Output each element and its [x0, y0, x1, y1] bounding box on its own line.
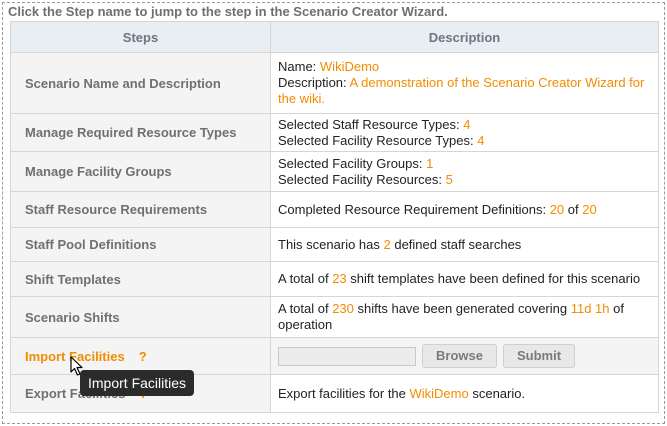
- description-cell: Selected Staff Resource Types: 4 Selecte…: [270, 113, 659, 152]
- facility-groups-count: 1: [426, 155, 434, 171]
- step-link-resource-types[interactable]: Manage Required Resource Types: [10, 113, 271, 152]
- staff-types-count: 4: [463, 116, 471, 132]
- table-row: Staff Resource Requirements Completed Re…: [10, 191, 659, 228]
- scenario-name: WikiDemo: [319, 59, 380, 74]
- table-header-row: Steps Description: [10, 21, 659, 53]
- templates-pre: A total of: [278, 271, 333, 286]
- file-path-input[interactable]: [278, 346, 416, 366]
- description-cell: A total of 230 shifts have been generate…: [270, 296, 659, 338]
- templates-post: shift templates have been defined for th…: [346, 271, 641, 286]
- table-row: Staff Pool Definitions This scenario has…: [10, 227, 659, 262]
- step-link-name-description[interactable]: Scenario Name and Description: [10, 52, 271, 114]
- export-scenario-link[interactable]: WikiDemo: [410, 386, 469, 401]
- description-cell: Name: WikiDemo Description: A demonstrat…: [270, 52, 659, 114]
- staff-pool-post: defined staff searches: [390, 236, 522, 252]
- shift-duration: 11d 1h: [570, 301, 610, 316]
- table-row: Scenario Name and Description Name: Wiki…: [10, 52, 659, 114]
- requirements-total: 20: [582, 201, 597, 217]
- description-cell: This scenario has 2 defined staff search…: [270, 227, 659, 262]
- requirements-label: Completed Resource Requirement Definitio…: [278, 201, 550, 217]
- table-row: Manage Facility Groups Selected Facility…: [10, 151, 659, 192]
- step-link-staff-pool[interactable]: Staff Pool Definitions: [10, 227, 271, 262]
- step-link-import-facilities[interactable]: Import Facilities?: [10, 337, 271, 375]
- step-link-scenario-shifts[interactable]: Scenario Shifts: [10, 296, 271, 338]
- table-row: Scenario Shifts A total of 230 shifts ha…: [10, 296, 659, 338]
- import-help-icon[interactable]: ?: [139, 349, 147, 364]
- export-pre: Export facilities for the: [278, 385, 410, 401]
- table-row: Manage Required Resource Types Selected …: [10, 113, 659, 152]
- requirements-completed: 20: [549, 201, 565, 217]
- header-description: Description: [270, 21, 659, 53]
- shift-template-count: 23: [332, 271, 347, 286]
- staff-types-label: Selected Staff Resource Types:: [278, 116, 464, 132]
- shifts-pre: A total of: [278, 301, 333, 316]
- description-cell: Selected Facility Groups: 1 Selected Fac…: [270, 151, 659, 192]
- step-link-shift-templates[interactable]: Shift Templates: [10, 261, 271, 297]
- description-cell: A total of 23 shift templates have been …: [270, 261, 659, 297]
- table-row: Shift Templates A total of 23 shift temp…: [10, 261, 659, 297]
- staff-search-count: 2: [383, 236, 391, 252]
- submit-button[interactable]: Submit: [502, 344, 576, 368]
- browse-button[interactable]: Browse: [422, 344, 497, 368]
- facility-resources-label: Selected Facility Resources:: [278, 171, 446, 187]
- shifts-mid: shifts have been generated covering: [353, 301, 571, 316]
- requirements-of: of: [564, 201, 583, 217]
- description-label: Description:: [278, 75, 350, 90]
- intro-text: Click the Step name to jump to the step …: [8, 4, 448, 19]
- name-label: Name:: [278, 59, 320, 74]
- facility-resources-count: 5: [445, 171, 453, 187]
- description-cell: Completed Resource Requirement Definitio…: [270, 191, 659, 228]
- header-steps: Steps: [10, 21, 271, 53]
- description-cell: Export facilities for the WikiDemo scena…: [270, 374, 659, 413]
- description-cell: Browse Submit: [270, 337, 659, 375]
- step-link-staff-requirements[interactable]: Staff Resource Requirements: [10, 191, 271, 228]
- export-post: scenario.: [468, 385, 526, 401]
- tooltip: Import Facilities: [80, 370, 195, 396]
- table-row: Import Facilities? Browse Submit: [10, 337, 659, 375]
- import-upload-form: Browse Submit: [278, 344, 651, 368]
- facility-types-count: 4: [477, 132, 485, 148]
- facility-groups-label: Selected Facility Groups:: [278, 155, 427, 171]
- staff-pool-pre: This scenario has: [278, 236, 384, 252]
- step-link-facility-groups[interactable]: Manage Facility Groups: [10, 151, 271, 192]
- shift-count: 230: [332, 301, 354, 316]
- facility-types-label: Selected Facility Resource Types:: [278, 132, 478, 148]
- steps-table: Steps Description Scenario Name and Desc…: [10, 21, 659, 413]
